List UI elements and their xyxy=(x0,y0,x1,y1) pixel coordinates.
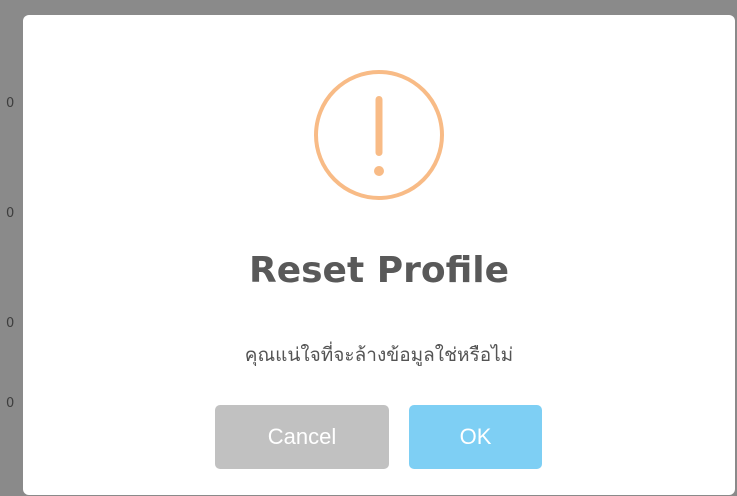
cancel-button[interactable]: Cancel xyxy=(215,405,389,469)
background-text-fragment: 0 xyxy=(6,206,15,221)
background-text-fragment: 0 xyxy=(6,96,15,111)
reset-profile-dialog: Reset Profile คุณแน่ใจที่จะล้างข้อมูลใช่… xyxy=(23,15,735,495)
background-text-fragment: 0 xyxy=(6,396,15,411)
dialog-message: คุณแน่ใจที่จะล้างข้อมูลใช่หรือไม่ xyxy=(244,344,514,366)
background-text-fragment: 0 xyxy=(6,316,15,331)
ok-button[interactable]: OK xyxy=(409,405,542,469)
exclamation-warning-icon xyxy=(313,69,445,201)
dialog-title: Reset Profile xyxy=(248,250,510,291)
